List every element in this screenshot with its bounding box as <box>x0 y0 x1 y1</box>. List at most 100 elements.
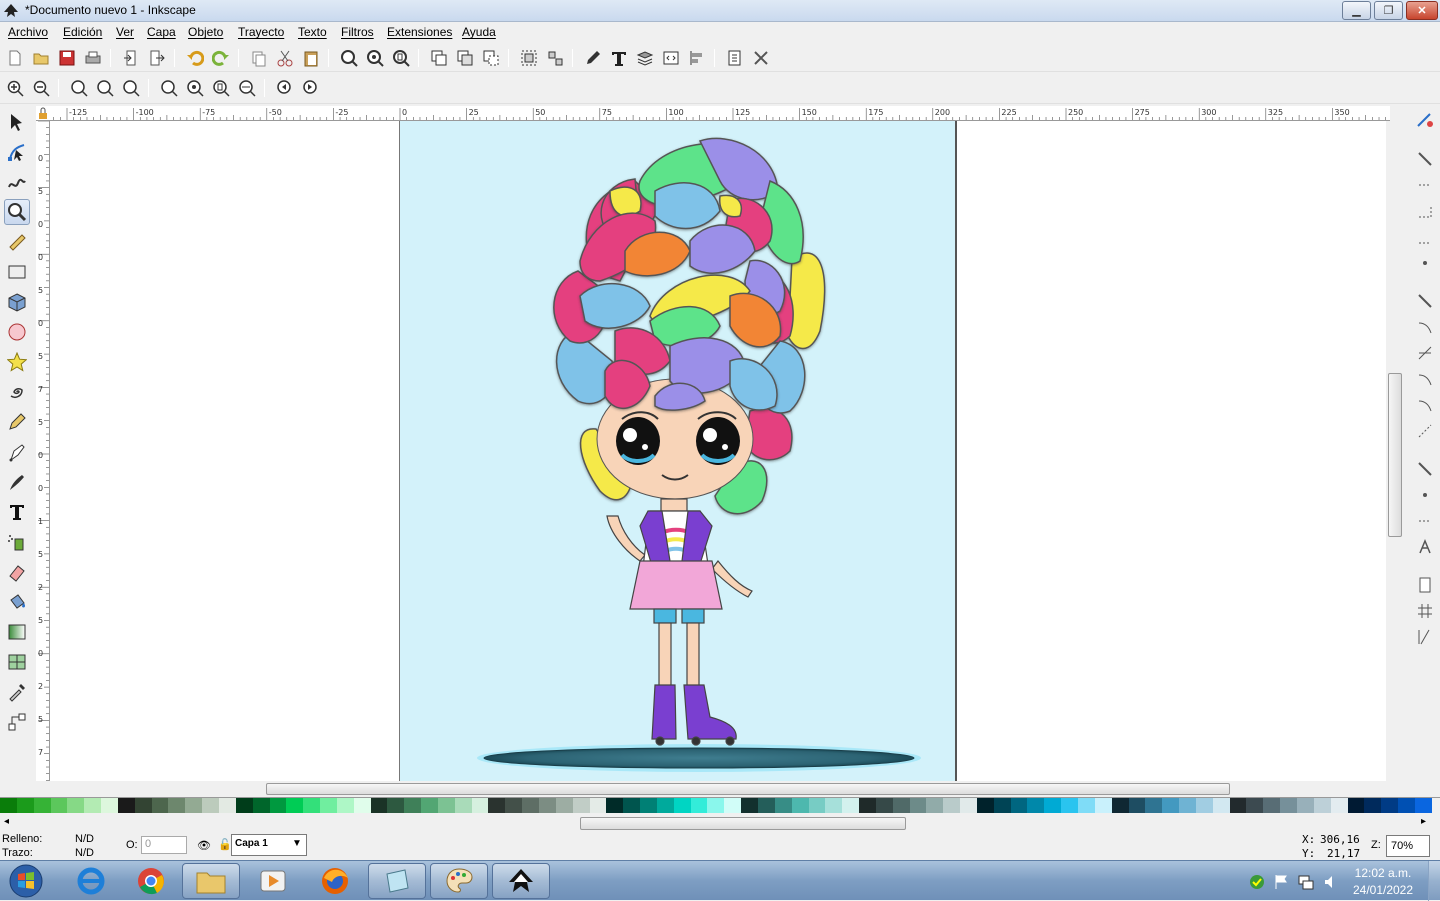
palette-swatch[interactable] <box>1330 798 1348 813</box>
palette-swatch[interactable] <box>168 798 186 813</box>
palette-swatch[interactable] <box>320 798 337 813</box>
snap-intersection-icon[interactable] <box>1416 344 1434 362</box>
volume-icon[interactable] <box>1322 873 1340 891</box>
palette-swatch[interactable] <box>572 798 590 813</box>
palette-swatch[interactable] <box>1381 798 1399 813</box>
new-document-icon[interactable] <box>4 47 26 69</box>
menu-ayuda[interactable]: Ayuda <box>462 25 496 39</box>
calligraphy-tool-icon[interactable] <box>4 469 30 495</box>
palette-swatch[interactable] <box>202 798 219 813</box>
palette-swatch[interactable] <box>791 798 809 813</box>
palette-swatch[interactable] <box>404 798 422 813</box>
paint-bucket-tool-icon[interactable] <box>4 589 30 615</box>
palette-swatch[interactable] <box>1296 798 1314 813</box>
snap-grid-icon[interactable] <box>1416 602 1434 620</box>
palette-swatch[interactable] <box>640 798 657 813</box>
snap-text-icon[interactable] <box>1416 538 1434 556</box>
palette-swatch[interactable] <box>993 798 1011 813</box>
palette-swatch[interactable] <box>943 798 961 813</box>
palette-swatch[interactable] <box>1364 798 1382 813</box>
text-tool-icon[interactable] <box>4 499 30 525</box>
palette-swatch[interactable] <box>67 798 85 813</box>
spray-tool-icon[interactable] <box>4 529 30 555</box>
zoom-page-icon[interactable] <box>390 47 412 69</box>
media-player-icon[interactable] <box>244 863 302 899</box>
palette-scroll-right-icon[interactable]: ▸ <box>1421 816 1426 827</box>
copy-icon[interactable] <box>248 47 270 69</box>
document-properties-icon[interactable] <box>724 47 746 69</box>
start-button[interactable] <box>2 863 50 899</box>
horizontal-scrollbar[interactable] <box>50 781 1390 797</box>
palette-swatch[interactable] <box>1094 798 1112 813</box>
palette-swatch[interactable] <box>1061 798 1078 813</box>
snap-bbox-icon[interactable] <box>1416 150 1434 168</box>
snap-rotation-center-icon[interactable] <box>1416 460 1434 478</box>
snap-path-icon[interactable] <box>1416 318 1434 336</box>
snap-page-border-icon[interactable] <box>1416 512 1434 530</box>
palette-swatch[interactable] <box>825 798 843 813</box>
palette-swatch[interactable] <box>875 798 893 813</box>
palette-swatch[interactable] <box>1313 798 1331 813</box>
align-distribute-icon[interactable] <box>686 47 708 69</box>
palette-swatch[interactable] <box>606 798 624 813</box>
ungroup-icon[interactable] <box>544 47 566 69</box>
zoom-fit-page-icon[interactable] <box>210 77 232 99</box>
horizontal-scroll-thumb[interactable] <box>266 783 1230 795</box>
snap-line-midpoint-icon[interactable] <box>1416 396 1434 414</box>
palette-swatch[interactable] <box>370 798 388 813</box>
zoom-drawing-icon[interactable] <box>364 47 386 69</box>
palette-swatch[interactable] <box>724 798 742 813</box>
zoom-2-1-icon[interactable] <box>120 77 142 99</box>
palette-swatch[interactable] <box>421 798 438 813</box>
save-icon[interactable] <box>56 47 78 69</box>
clone-icon[interactable] <box>454 47 476 69</box>
file-explorer-icon[interactable] <box>182 863 240 899</box>
palette-swatch[interactable] <box>16 798 34 813</box>
palette-swatch[interactable] <box>1044 798 1062 813</box>
palette-swatch[interactable] <box>1010 798 1028 813</box>
palette-swatch[interactable] <box>336 798 354 813</box>
menu-texto[interactable]: Texto <box>298 25 327 39</box>
zoom-out-icon[interactable] <box>30 77 52 99</box>
cut-icon[interactable] <box>274 47 296 69</box>
palette-swatch[interactable] <box>960 798 977 813</box>
print-icon[interactable] <box>82 47 104 69</box>
zoom-in-icon[interactable] <box>4 77 26 99</box>
dropper-tool-icon[interactable] <box>4 679 30 705</box>
snap-text-baseline-icon[interactable] <box>1416 486 1434 504</box>
palette-swatch[interactable] <box>1027 798 1045 813</box>
palette-swatch[interactable] <box>741 798 758 813</box>
zoom-1-1-icon[interactable] <box>68 77 90 99</box>
tweak-tool-icon[interactable] <box>4 169 30 195</box>
firefox-icon[interactable] <box>306 863 364 899</box>
palette-swatch[interactable] <box>252 798 270 813</box>
zoom-input[interactable]: 70% <box>1386 835 1430 857</box>
snap-smooth-nodes-icon[interactable] <box>1416 370 1434 388</box>
palette-swatch[interactable] <box>218 798 236 813</box>
palette-swatch[interactable] <box>387 798 405 813</box>
palette-swatch[interactable] <box>235 798 253 813</box>
palette-scroll-left-icon[interactable]: ◂ <box>4 816 9 827</box>
palette-swatch[interactable] <box>909 798 927 813</box>
close-button[interactable]: ✕ <box>1406 1 1438 20</box>
palette-swatch[interactable] <box>656 798 674 813</box>
palette-swatch[interactable] <box>303 798 321 813</box>
layers-icon[interactable] <box>634 47 656 69</box>
palette-swatch[interactable] <box>589 798 607 813</box>
palette-swatch[interactable] <box>185 798 203 813</box>
zoom-tool-icon[interactable] <box>4 199 30 225</box>
palette-swatch[interactable] <box>1263 798 1281 813</box>
snap-bbox-corner-icon[interactable] <box>1416 202 1434 220</box>
palette-swatch[interactable] <box>842 798 860 813</box>
network-sync-icon[interactable] <box>1248 873 1266 891</box>
3d-box-tool-icon[interactable] <box>4 289 30 315</box>
zoom-fit-selection-icon[interactable] <box>158 77 180 99</box>
pencil-tool-icon[interactable] <box>4 409 30 435</box>
measure-tool-icon[interactable] <box>4 229 30 255</box>
menu-filtros[interactable]: Filtros <box>341 25 374 39</box>
opacity-input[interactable]: 0 <box>141 836 187 854</box>
stroke-value[interactable]: N/D <box>75 847 94 859</box>
drawing-canvas[interactable] <box>50 121 1386 781</box>
duplicate-icon[interactable] <box>428 47 450 69</box>
palette-swatch[interactable] <box>101 798 118 813</box>
